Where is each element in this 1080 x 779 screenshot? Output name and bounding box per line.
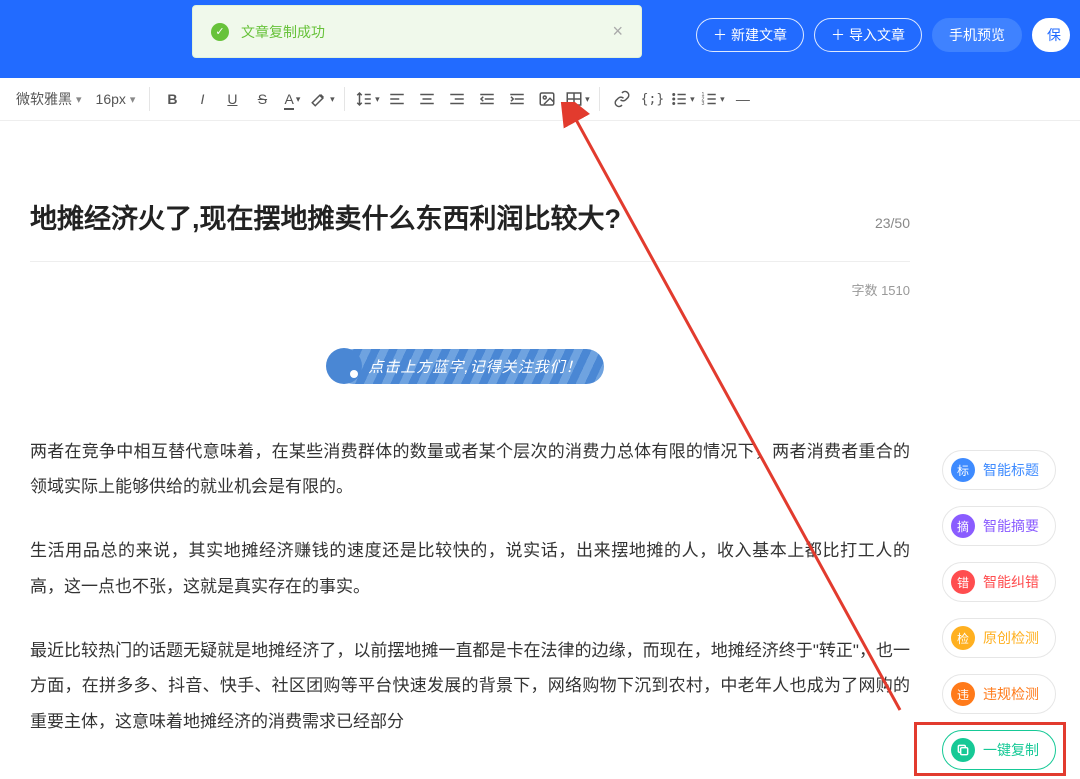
title-row: 地摊经济火了,现在摆地摊卖什么东西利润比较大? 23/50 (30, 201, 910, 262)
underline-button[interactable]: U (218, 84, 246, 114)
editor-toolbar: 微软雅黑 ▾ 16px ▾ B I U S A ▾ ▾ ▾ ▾ (0, 78, 1080, 121)
list-ul-icon (670, 90, 688, 108)
badge-icon: 摘 (951, 514, 975, 538)
code-button[interactable]: {;} (638, 84, 666, 114)
bold-button[interactable]: B (158, 84, 186, 114)
chevron-down-icon: ▾ (690, 94, 695, 105)
font-size-value: 16px (96, 91, 126, 107)
side-actions: 标智能标题摘智能摘要错智能纠错检原创检测违违规检测一键复制 (942, 450, 1056, 770)
chevron-down-icon: ▾ (130, 93, 136, 106)
align-left-icon (388, 90, 406, 108)
side-pill-label: 智能标题 (983, 460, 1039, 480)
save-button[interactable]: 保 (1032, 18, 1070, 52)
align-center-icon (418, 90, 436, 108)
mobile-preview-button[interactable]: 手机预览 (932, 18, 1022, 52)
chevron-down-icon: ▾ (720, 94, 725, 105)
table-button[interactable]: ▾ (563, 84, 591, 114)
code-icon: {;} (641, 92, 664, 107)
svg-text:3: 3 (702, 101, 705, 107)
save-label: 保 (1047, 25, 1061, 45)
article: 地摊经济火了,现在摆地摊卖什么东西利润比较大? 23/50 字数 1510 点击… (30, 201, 910, 740)
line-height-button[interactable]: ▾ (353, 84, 381, 114)
chevron-down-icon: ▾ (375, 94, 380, 105)
mobile-preview-label: 手机预览 (949, 25, 1005, 45)
line-height-icon (355, 90, 373, 108)
align-left-button[interactable] (383, 84, 411, 114)
list-ol-icon: 123 (700, 90, 718, 108)
link-icon (613, 90, 631, 108)
side-pill-label: 原创检测 (983, 628, 1039, 648)
hr-icon: — (736, 91, 749, 107)
plus-icon: ＋ (713, 25, 727, 45)
table-icon (565, 90, 583, 108)
link-button[interactable] (608, 84, 636, 114)
paragraph-2[interactable]: 生活用品总的来说，其实地摊经济赚钱的速度还是比较快的，说实话，出来摆地摊的人，收… (30, 533, 910, 604)
word-count: 字数 1510 (30, 262, 910, 329)
side-pill-label: 智能纠错 (983, 572, 1039, 592)
badge-icon: 违 (951, 682, 975, 706)
close-icon[interactable]: × (612, 21, 623, 42)
highlight-button[interactable]: ▾ (308, 84, 336, 114)
new-article-label: 新建文章 (731, 25, 787, 45)
editor-area[interactable]: 地摊经济火了,现在摆地摊卖什么东西利润比较大? 23/50 字数 1510 点击… (0, 201, 1080, 740)
divider-insert-button[interactable]: — (728, 84, 756, 114)
paragraph-1[interactable]: 两者在竞争中相互替代意味着，在某些消费群体的数量或者某个层次的消费力总体有限的情… (30, 434, 910, 505)
image-button[interactable] (533, 84, 561, 114)
toast-message: 文章复制成功 (241, 22, 612, 42)
image-icon (538, 90, 556, 108)
chevron-down-icon: ▾ (330, 94, 335, 105)
unordered-list-button[interactable]: ▾ (668, 84, 696, 114)
indent-decrease-button[interactable] (473, 84, 501, 114)
paragraph-3[interactable]: 最近比较热门的话题无疑就是地摊经济了，以前摆地摊一直都是卡在法律的边缘，而现在，… (30, 633, 910, 740)
divider (344, 87, 345, 111)
side-pill-2[interactable]: 错智能纠错 (942, 562, 1056, 602)
side-pill-label: 违规检测 (983, 684, 1039, 704)
side-pill-3[interactable]: 检原创检测 (942, 618, 1056, 658)
badge-icon: 检 (951, 626, 975, 650)
chevron-down-icon: ▾ (76, 93, 82, 106)
import-article-button[interactable]: ＋导入文章 (814, 18, 922, 52)
chevron-down-icon: ▾ (585, 94, 590, 105)
side-pill-label: 一键复制 (983, 740, 1039, 760)
ordered-list-button[interactable]: 123 ▾ (698, 84, 726, 114)
plus-icon: ＋ (831, 25, 845, 45)
highlight-icon (310, 90, 328, 108)
divider (149, 87, 150, 111)
check-icon: ✓ (211, 23, 229, 41)
side-pill-0[interactable]: 标智能标题 (942, 450, 1056, 490)
side-pill-5[interactable]: 一键复制 (942, 730, 1056, 770)
indent-decrease-icon (478, 90, 496, 108)
banner-wrap: 点击上方蓝字,记得关注我们！ (30, 349, 910, 384)
indent-increase-icon (508, 90, 526, 108)
font-family-select[interactable]: 微软雅黑 ▾ (10, 87, 88, 111)
font-size-select[interactable]: 16px ▾ (90, 89, 142, 109)
font-family-value: 微软雅黑 (16, 89, 72, 109)
badge-icon: 标 (951, 458, 975, 482)
import-article-label: 导入文章 (849, 25, 905, 45)
copy-icon (951, 738, 975, 762)
side-pill-label: 智能摘要 (983, 516, 1039, 536)
italic-button[interactable]: I (188, 84, 216, 114)
align-center-button[interactable] (413, 84, 441, 114)
side-pill-4[interactable]: 违违规检测 (942, 674, 1056, 714)
badge-icon: 错 (951, 570, 975, 594)
title-char-count: 23/50 (875, 215, 910, 231)
chevron-down-icon: ▾ (296, 94, 301, 105)
indent-increase-button[interactable] (503, 84, 531, 114)
text-color-button[interactable]: A ▾ (278, 84, 306, 114)
side-pill-1[interactable]: 摘智能摘要 (942, 506, 1056, 546)
align-right-icon (448, 90, 466, 108)
divider (599, 87, 600, 111)
article-title[interactable]: 地摊经济火了,现在摆地摊卖什么东西利润比较大? (30, 201, 855, 239)
header-buttons: ＋新建文章 ＋导入文章 手机预览 保 (696, 18, 1080, 52)
align-right-button[interactable] (443, 84, 471, 114)
follow-banner[interactable]: 点击上方蓝字,记得关注我们！ (336, 349, 603, 384)
new-article-button[interactable]: ＋新建文章 (696, 18, 804, 52)
strikethrough-button[interactable]: S (248, 84, 276, 114)
success-toast: ✓ 文章复制成功 × (192, 5, 642, 58)
banner-text: 点击上方蓝字,记得关注我们！ (336, 349, 603, 384)
